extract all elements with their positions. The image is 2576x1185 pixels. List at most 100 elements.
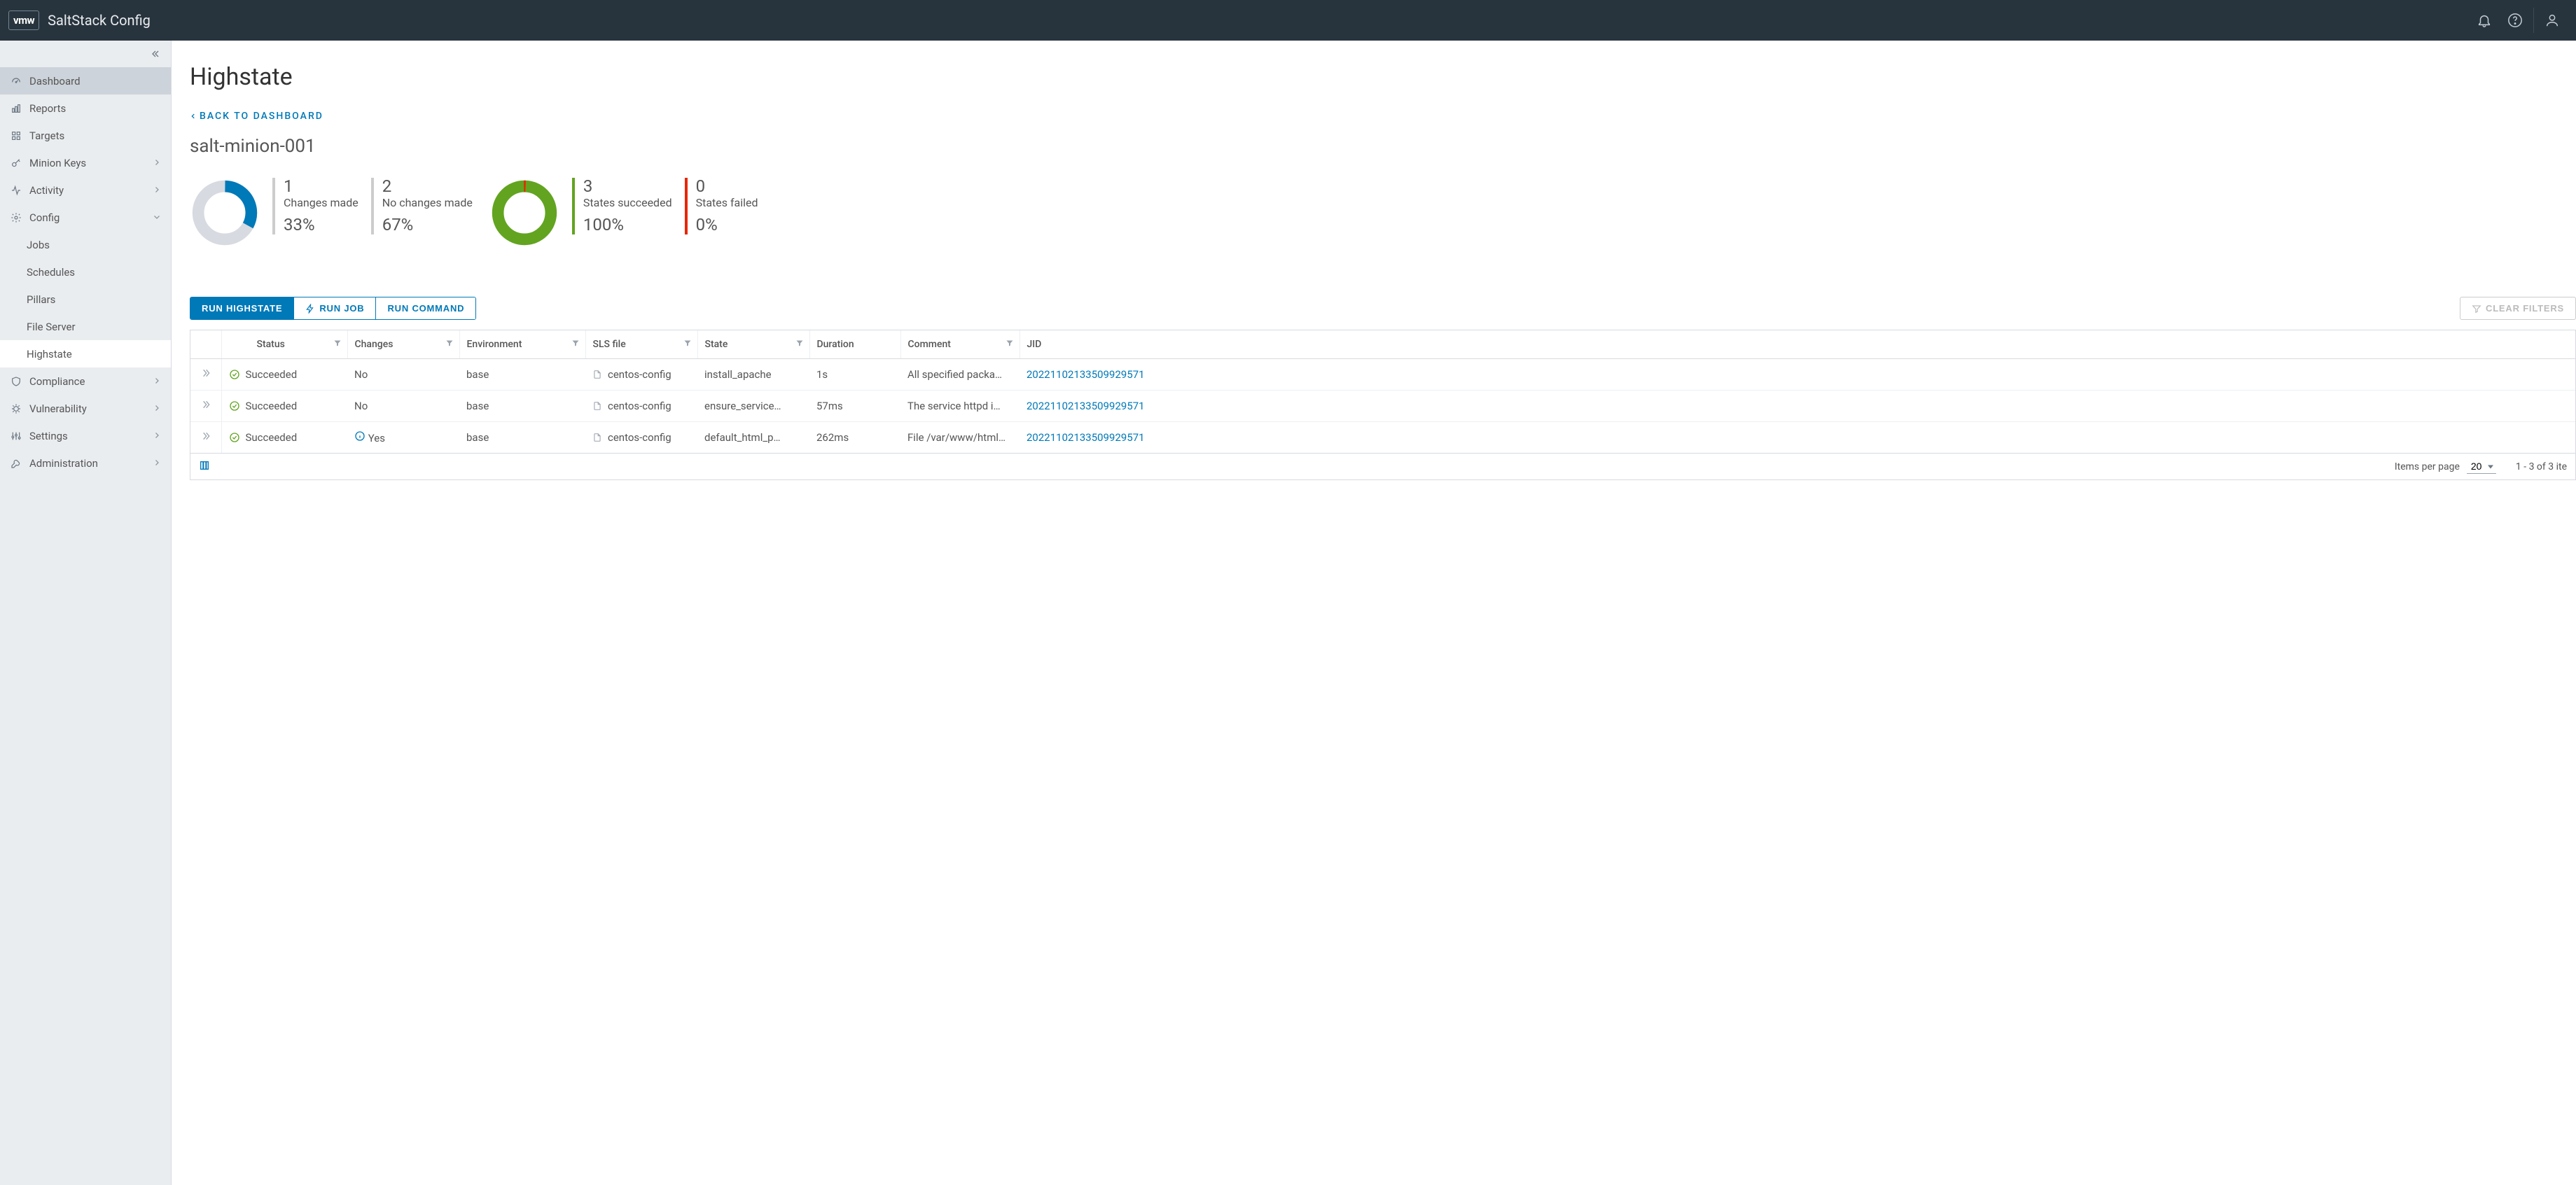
sidebar-item-minion-keys[interactable]: Minion Keys	[0, 149, 171, 176]
th-status[interactable]: Status	[221, 330, 347, 359]
sidebar-item-administration[interactable]: Administration	[0, 449, 171, 477]
sidebar-sub-pillars[interactable]: Pillars	[0, 286, 171, 313]
sidebar-sub-label: Pillars	[27, 293, 55, 306]
states-donut-chart	[489, 178, 559, 248]
expand-row-button[interactable]	[190, 391, 221, 422]
th-expand	[190, 330, 221, 359]
info-icon[interactable]	[354, 432, 365, 444]
sidebar-label: Reports	[29, 102, 161, 115]
user-icon[interactable]	[2537, 5, 2568, 36]
th-comment[interactable]: Comment	[900, 330, 1019, 359]
stat-label: No changes made	[382, 196, 473, 211]
states-group: 3 States succeeded 100% 0 States failed …	[489, 178, 769, 248]
cell-comment: File /var/www/html…	[900, 422, 1019, 454]
run-job-button[interactable]: RUN JOB	[294, 297, 376, 319]
sidebar-label: Config	[29, 211, 146, 224]
stat-num: 1	[284, 178, 358, 195]
sidebar-item-settings[interactable]: Settings	[0, 422, 171, 449]
cell-sls: centos-config	[585, 422, 697, 454]
th-changes[interactable]: Changes	[347, 330, 459, 359]
sidebar-item-config[interactable]: Config	[0, 204, 171, 231]
sidebar-sub-label: Highstate	[27, 348, 72, 360]
run-command-button[interactable]: RUN COMMAND	[376, 297, 475, 319]
sidebar-sub-file-server[interactable]: File Server	[0, 313, 171, 340]
stat-pct: 100%	[583, 215, 672, 234]
sliders-icon	[10, 430, 22, 442]
sidebar-label: Dashboard	[29, 75, 161, 87]
wrench-icon	[10, 458, 22, 469]
gear-icon	[10, 212, 22, 223]
sidebar-sub-schedules[interactable]: Schedules	[0, 258, 171, 286]
sidebar-item-dashboard[interactable]: Dashboard	[0, 67, 171, 94]
cell-duration: 57ms	[809, 391, 900, 422]
help-icon[interactable]	[2500, 5, 2530, 36]
page-title: Highstate	[190, 63, 2576, 91]
th-state[interactable]: State	[697, 330, 809, 359]
chevron-right-icon	[153, 157, 161, 169]
th-jid[interactable]: JID	[1019, 330, 2575, 359]
cell-changes: No	[347, 391, 459, 422]
back-label: BACK TO DASHBOARD	[200, 111, 323, 122]
th-comment-label: Comment	[908, 339, 951, 350]
stat-pct: 33%	[284, 215, 358, 234]
grid-icon	[10, 130, 22, 141]
clear-filters-button[interactable]: CLEAR FILTERS	[2460, 297, 2576, 320]
table-footer: Items per page 20 1 - 3 of 3 ite	[190, 453, 2575, 479]
results-table: Status Changes Environment SLS file Stat…	[190, 330, 2576, 480]
filter-icon[interactable]	[683, 339, 692, 350]
th-jid-label: JID	[1027, 339, 1042, 350]
stat-label: Changes made	[284, 196, 358, 211]
chevron-right-icon	[153, 184, 161, 197]
th-duration[interactable]: Duration	[809, 330, 900, 359]
stat-states-failed: 0 States failed 0%	[685, 178, 769, 234]
sidebar-label: Activity	[29, 184, 146, 197]
sidebar-item-compliance[interactable]: Compliance	[0, 367, 171, 395]
th-state-label: State	[705, 339, 728, 350]
th-duration-label: Duration	[817, 339, 854, 350]
filter-icon[interactable]	[571, 339, 580, 350]
th-sls[interactable]: SLS file	[585, 330, 697, 359]
topbar: vmw SaltStack Config	[0, 0, 2576, 41]
cell-jid-link[interactable]: 20221102133509929571	[1019, 422, 2575, 454]
chevron-down-icon	[153, 211, 161, 224]
shield-icon	[10, 376, 22, 387]
pagination-range: 1 - 3 of 3 ite	[2516, 461, 2567, 472]
sidebar-item-activity[interactable]: Activity	[0, 176, 171, 204]
clear-filters-label: CLEAR FILTERS	[2486, 303, 2564, 314]
sidebar-collapse[interactable]	[0, 41, 171, 67]
items-per-page-value[interactable]: 20	[2467, 459, 2496, 474]
sidebar-item-vulnerability[interactable]: Vulnerability	[0, 395, 171, 422]
filter-icon[interactable]	[1005, 339, 1014, 350]
topbar-divider	[2533, 8, 2534, 33]
th-status-label: Status	[257, 339, 285, 350]
sidebar-sub-label: Jobs	[27, 239, 50, 251]
expand-row-button[interactable]	[190, 359, 221, 391]
sidebar-item-targets[interactable]: Targets	[0, 122, 171, 149]
run-highstate-button[interactable]: RUN HIGHSTATE	[190, 297, 294, 319]
expand-row-button[interactable]	[190, 422, 221, 454]
notifications-icon[interactable]	[2469, 5, 2500, 36]
stat-pct: 0%	[696, 215, 769, 234]
cell-jid-link[interactable]: 20221102133509929571	[1019, 391, 2575, 422]
chevron-right-icon	[153, 375, 161, 388]
filter-icon[interactable]	[445, 339, 454, 350]
cell-status: Succeeded	[221, 422, 347, 454]
items-per-page-select[interactable]: 20	[2467, 459, 2496, 474]
cell-environment: base	[459, 422, 585, 454]
filter-icon[interactable]	[333, 339, 342, 350]
sidebar-label: Vulnerability	[29, 402, 146, 415]
sidebar-sub-highstate[interactable]: Highstate	[0, 340, 171, 367]
check-circle-icon	[229, 432, 240, 443]
sidebar-sub-jobs[interactable]: Jobs	[0, 231, 171, 258]
filter-icon[interactable]	[795, 339, 804, 350]
column-picker-icon[interactable]	[199, 460, 210, 474]
cell-environment: base	[459, 359, 585, 391]
sidebar-item-reports[interactable]: Reports	[0, 94, 171, 122]
cell-jid-link[interactable]: 20221102133509929571	[1019, 359, 2575, 391]
back-to-dashboard-link[interactable]: BACK TO DASHBOARD	[190, 111, 323, 122]
cell-environment: base	[459, 391, 585, 422]
th-environment[interactable]: Environment	[459, 330, 585, 359]
run-button-group: RUN HIGHSTATE RUN JOB RUN COMMAND	[190, 297, 476, 320]
cell-status: Succeeded	[221, 391, 347, 422]
stat-num: 3	[583, 178, 672, 195]
